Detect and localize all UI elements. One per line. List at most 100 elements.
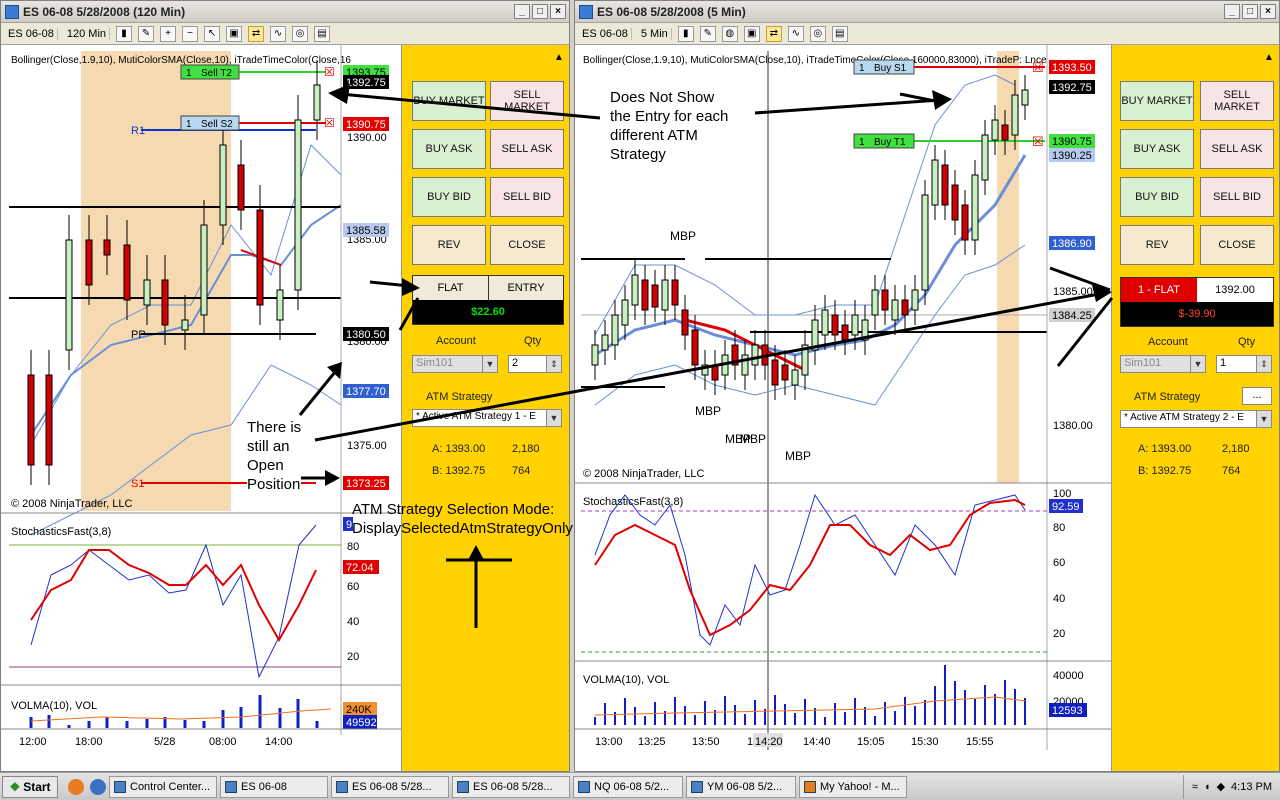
candle xyxy=(811,319,819,351)
strategies-icon[interactable]: ◎ xyxy=(292,25,309,42)
order-tag-name: Buy S1 xyxy=(874,63,907,74)
taskbar-item[interactable]: ES 06-08 xyxy=(220,775,328,798)
account-select[interactable]: Sim101 ▼ xyxy=(1120,355,1206,373)
sell-market-button[interactable]: SELL MARKET xyxy=(490,81,564,121)
dropdown-arrow-icon[interactable]: ▼ xyxy=(1256,411,1271,427)
time-tick: 13:25 xyxy=(638,736,666,748)
stoch-tick: 40 xyxy=(347,616,359,628)
chart-properties-icon[interactable]: ▣ xyxy=(226,25,243,42)
zoom-in-icon[interactable]: + xyxy=(160,25,177,42)
zoom-out-icon[interactable]: − xyxy=(182,25,199,42)
reverse-button[interactable]: REV xyxy=(1120,225,1194,265)
indicators-icon[interactable]: ∿ xyxy=(787,25,804,42)
chart-trader-icon[interactable]: ⇄ xyxy=(248,25,265,42)
sell-market-button[interactable]: SELL MARKET xyxy=(1200,81,1274,121)
draw-tool-icon[interactable]: ✎ xyxy=(138,25,155,42)
entry-annotation-line: Does Not Show xyxy=(610,89,715,106)
buy-bid-button[interactable]: BUY BID xyxy=(412,177,486,217)
buy-ask-button[interactable]: BUY ASK xyxy=(1120,129,1194,169)
interval-selector[interactable]: 120 Min xyxy=(64,27,111,40)
data-box-icon[interactable]: ▤ xyxy=(831,25,848,42)
data-box-icon[interactable]: ▤ xyxy=(314,25,331,42)
close-window-button[interactable]: × xyxy=(550,4,566,19)
candle xyxy=(741,354,749,376)
dropdown-arrow-icon[interactable]: ▼ xyxy=(482,356,497,372)
cursor-icon[interactable]: ↖ xyxy=(204,25,221,42)
left-chart-window: ES 06-08 5/28/2008 (120 Min) _ □ × ES 06… xyxy=(0,0,570,772)
start-button[interactable]: ❖ Start xyxy=(2,775,58,798)
candle xyxy=(45,374,53,466)
sell-ask-button[interactable]: SELL ASK xyxy=(490,129,564,169)
sell-bid-button[interactable]: SELL BID xyxy=(490,177,564,217)
open-position-annotation-line: still an xyxy=(247,438,290,455)
bid-size: 764 xyxy=(1222,465,1241,477)
bar-type-icon[interactable]: ▮ xyxy=(677,25,694,42)
sell-bid-button[interactable]: SELL BID xyxy=(1200,177,1274,217)
taskbar-item[interactable]: NQ 06-08 5/2... xyxy=(573,775,683,798)
time-tick: 12:00 xyxy=(19,736,47,748)
candle xyxy=(931,159,939,206)
draw-tool-icon[interactable]: ✎ xyxy=(699,25,716,42)
left-window-titlebar[interactable]: ES 06-08 5/28/2008 (120 Min) _ □ × xyxy=(1,1,569,23)
chart-properties-icon[interactable]: ▣ xyxy=(743,25,760,42)
right-window-titlebar[interactable]: ES 06-08 5/28/2008 (5 Min) _ □ × xyxy=(575,1,1279,23)
firefox-icon[interactable] xyxy=(68,778,84,795)
browser-icon[interactable] xyxy=(90,778,106,795)
atm-strategy-select[interactable]: * Active ATM Strategy 2 - E ▼ xyxy=(1120,410,1272,428)
minimize-button[interactable]: _ xyxy=(514,4,530,19)
buy-bid-button[interactable]: BUY BID xyxy=(1120,177,1194,217)
volume-icon[interactable]: ◖ xyxy=(1204,781,1211,793)
stepper-arrows-icon[interactable]: ⇕ xyxy=(546,356,561,372)
price-flag: 1385.58 xyxy=(346,225,386,237)
buy-market-button[interactable]: BUY MARKET xyxy=(1120,81,1194,121)
atm-strategy-select[interactable]: * Active ATM Strategy 1 - E ▼ xyxy=(412,409,562,427)
interval-selector[interactable]: 5 Min xyxy=(638,27,672,40)
bid-size: 764 xyxy=(512,465,531,477)
atm-strategy-options-button[interactable]: ... xyxy=(1242,387,1272,405)
globe-icon[interactable]: ◍ xyxy=(721,25,738,42)
taskbar-item[interactable]: ES 06-08 5/28... xyxy=(331,775,449,798)
atm-strategy-label: ATM Strategy xyxy=(426,391,493,403)
scroll-up-arrow-icon[interactable]: ▲ xyxy=(1261,51,1277,66)
network-icon[interactable]: ≈ xyxy=(1192,781,1198,793)
buy-market-button[interactable]: BUY MARKET xyxy=(412,81,486,121)
close-window-button[interactable]: × xyxy=(1260,4,1276,19)
vol-flag: 240K xyxy=(346,704,372,716)
reverse-button[interactable]: REV xyxy=(412,225,486,265)
instrument-selector[interactable]: ES 06-08 xyxy=(5,27,58,40)
taskbar-item[interactable]: Control Center... xyxy=(109,775,217,798)
chart-trader-icon[interactable]: ⇄ xyxy=(765,25,782,42)
qty-stepper[interactable]: 2 ⇕ xyxy=(508,355,562,373)
indicators-icon[interactable]: ∿ xyxy=(270,25,287,42)
dropdown-arrow-icon[interactable]: ▼ xyxy=(546,410,561,426)
scroll-up-arrow-icon[interactable]: ▲ xyxy=(551,51,567,66)
stepper-arrows-icon[interactable]: ⇕ xyxy=(1256,356,1271,372)
qty-stepper[interactable]: 1 ⇕ xyxy=(1216,355,1272,373)
candle xyxy=(821,309,829,336)
candle xyxy=(1001,124,1009,141)
bar-type-icon[interactable]: ▮ xyxy=(116,25,133,42)
time-tick: 14:20 xyxy=(755,736,783,748)
chart-window-icon xyxy=(225,780,237,793)
dropdown-arrow-icon[interactable]: ▼ xyxy=(1190,356,1205,372)
close-position-button[interactable]: CLOSE xyxy=(1200,225,1274,265)
taskbar-item[interactable]: My Yahoo! - M... xyxy=(799,775,907,798)
security-icon[interactable]: ◆ xyxy=(1217,780,1225,793)
maximize-button[interactable]: □ xyxy=(532,4,548,19)
sell-ask-button[interactable]: SELL ASK xyxy=(1200,129,1274,169)
left-chart-canvas[interactable]: Bollinger(Close,1.9,10), MutiColorSMA(Cl… xyxy=(1,45,401,772)
stoch-tick: 40 xyxy=(1053,593,1065,605)
buy-ask-button[interactable]: BUY ASK xyxy=(412,129,486,169)
strategies-icon[interactable]: ◎ xyxy=(809,25,826,42)
taskbar-item[interactable]: YM 06-08 5/2... xyxy=(686,775,796,798)
minimize-button[interactable]: _ xyxy=(1224,4,1240,19)
close-position-button[interactable]: CLOSE xyxy=(490,225,564,265)
maximize-button[interactable]: □ xyxy=(1242,4,1258,19)
instrument-selector[interactable]: ES 06-08 xyxy=(579,27,632,40)
ask-price: A: 1393.00 xyxy=(432,443,486,455)
candle xyxy=(181,319,189,331)
account-select[interactable]: Sim101 ▼ xyxy=(412,355,498,373)
taskbar-item[interactable]: ES 06-08 5/28... xyxy=(452,775,570,798)
stoch-tick: 80 xyxy=(347,541,359,553)
candle xyxy=(200,224,208,316)
